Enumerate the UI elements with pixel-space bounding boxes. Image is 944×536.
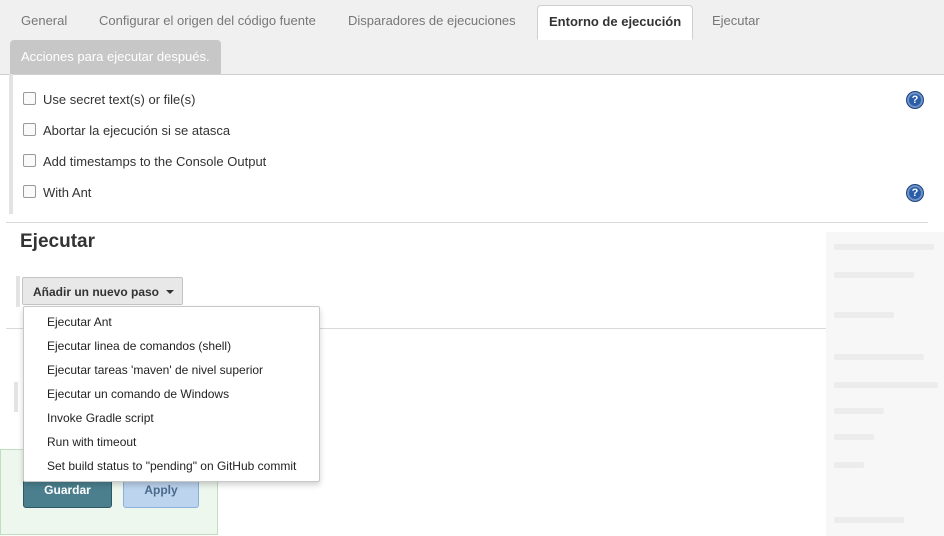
menu-item-windows-command[interactable]: Ejecutar un comando de Windows <box>47 384 229 404</box>
option-with-ant[interactable]: With Ant <box>23 183 91 203</box>
checkbox[interactable] <box>23 185 36 198</box>
build-environment-options: Use secret text(s) or file(s) Abortar la… <box>9 74 943 214</box>
menu-item-maven[interactable]: Ejecutar tareas 'maven' de nivel superio… <box>47 360 263 380</box>
checkbox[interactable] <box>23 92 36 105</box>
tab-build[interactable]: Ejecutar <box>701 5 771 37</box>
faded-side-panel <box>826 232 944 536</box>
menu-item-timeout[interactable]: Run with timeout <box>47 432 136 452</box>
help-icon[interactable]: ? <box>906 91 924 109</box>
option-abort-stuck[interactable]: Abortar la ejecución si se atasca <box>23 121 230 141</box>
option-timestamps[interactable]: Add timestamps to the Console Output <box>23 152 266 172</box>
option-secret-text[interactable]: Use secret text(s) or file(s) <box>23 90 195 110</box>
menu-item-gradle[interactable]: Invoke Gradle script <box>47 408 154 428</box>
menu-item-github-pending[interactable]: Set build status to "pending" on GitHub … <box>47 456 296 476</box>
option-label: Use secret text(s) or file(s) <box>43 92 196 107</box>
step-bar <box>16 276 20 307</box>
config-tab-bar: General Configurar el origen del código … <box>0 0 944 75</box>
option-label: With Ant <box>43 185 92 200</box>
tab-build-triggers[interactable]: Disparadores de ejecuciones <box>337 5 527 37</box>
tab-general[interactable]: General <box>10 5 78 37</box>
step-bar <box>14 382 18 412</box>
option-label: Add timestamps to the Console Output <box>43 154 267 169</box>
menu-item-shell[interactable]: Ejecutar linea de comandos (shell) <box>47 336 231 356</box>
checkbox[interactable] <box>23 123 36 136</box>
option-label: Abortar la ejecución si se atasca <box>43 123 231 138</box>
checkbox[interactable] <box>23 154 36 167</box>
tab-source-code[interactable]: Configurar el origen del código fuente <box>88 5 327 37</box>
add-build-step-menu: Ejecutar Ant Ejecutar linea de comandos … <box>23 306 320 482</box>
menu-item-ant[interactable]: Ejecutar Ant <box>47 312 112 332</box>
tab-build-environment[interactable]: Entorno de ejecución <box>537 5 694 40</box>
build-section-title: Ejecutar <box>20 231 95 252</box>
help-icon[interactable]: ? <box>906 184 924 202</box>
caret-down-icon <box>166 290 174 294</box>
section-divider <box>6 222 928 223</box>
add-step-label: Añadir un nuevo paso <box>33 285 160 299</box>
tab-post-build-actions[interactable]: Acciones para ejecutar después. <box>10 40 221 74</box>
add-build-step-button[interactable]: Añadir un nuevo paso <box>22 277 183 305</box>
